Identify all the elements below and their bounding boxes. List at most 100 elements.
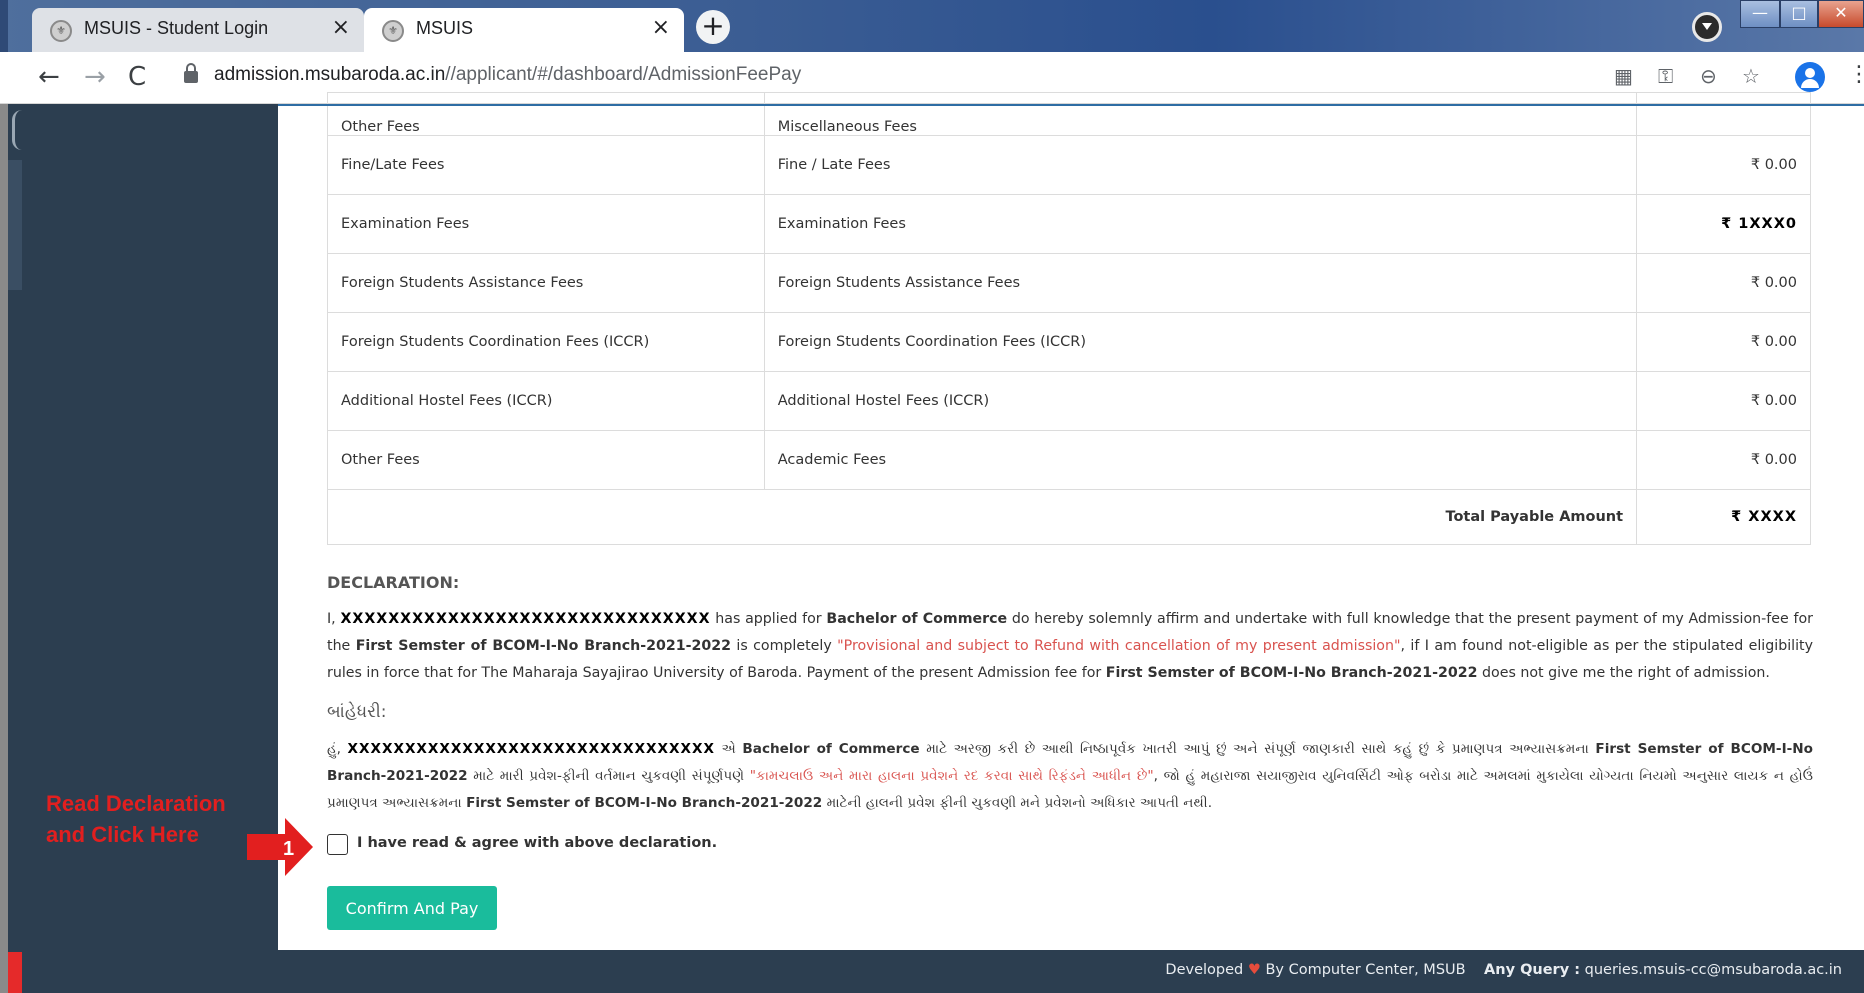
declaration-gujarati: હું, XXXXXXXXXXXXXXXXXXXXXXXXXXXXXXXX એ … [327, 736, 1813, 817]
tab-title: MSUIS [416, 18, 474, 38]
back-arrow-icon[interactable]: ← [38, 62, 60, 92]
tab-msuis[interactable]: ⚜ MSUIS × [364, 8, 684, 52]
fee-amount-cell: ₹ 0.00 [1636, 371, 1811, 431]
new-tab-button[interactable]: + [696, 10, 730, 44]
semester-name: First Semster of BCOM-I-No Branch-2021-2… [1105, 665, 1478, 681]
window-minimize-button[interactable]: — [1740, 0, 1780, 28]
fee-head-cell: Fine/Late Fees [327, 135, 765, 195]
fee-amount-cell: ₹ 0.00 [1636, 135, 1811, 195]
annotation-callout: Read Declaration and Click Here [46, 788, 226, 850]
qr-code-icon[interactable]: ▦ [1614, 64, 1633, 88]
semester-name: First Semster of BCOM-I-No Branch-2021-2… [466, 795, 823, 811]
fee-amount-cell: ₹ 0.00 [1636, 430, 1811, 490]
agree-declaration-label[interactable]: I have read & agree with above declarati… [357, 835, 717, 851]
tab-msuis-student-login[interactable]: ⚜ MSUIS - Student Login × [32, 8, 364, 52]
total-row: Total Payable Amount ₹ XXXX [326, 489, 1811, 545]
main-content: Other Fees Miscellaneous Fees Fine/Late … [278, 92, 1864, 950]
fee-description-cell: Examination Fees [763, 194, 1638, 254]
arrow-shaft [247, 834, 287, 860]
forward-arrow-icon[interactable]: → [84, 62, 106, 92]
text-segment: does not give me the right of admission. [1477, 665, 1770, 681]
text-segment: માટે અરજી કરી છે આથી નિષ્ઠાપૂર્વક ખાતરી … [919, 741, 1596, 757]
fee-amount-cell: ₹ 0.00 [1636, 253, 1811, 313]
table-row: Additional Hostel Fees (ICCR) Additional… [327, 371, 1811, 431]
fee-description-cell: Academic Fees [763, 430, 1638, 490]
annotation-line: Read Declaration [46, 791, 226, 816]
masked-applicant-name: XXXXXXXXXXXXXXXXXXXXXXXXXXXXXXX [340, 611, 711, 627]
fee-head-cell: Foreign Students Assistance Fees [327, 253, 765, 313]
url-host: admission.msubaroda.ac.in [214, 64, 446, 85]
annotation-line: and Click Here [46, 822, 199, 847]
text-segment: is completely [731, 638, 838, 654]
fee-amount-cell [1636, 92, 1811, 136]
total-payable-value: ₹ XXXX [1636, 489, 1811, 545]
table-row: Other Fees Miscellaneous Fees [327, 92, 1811, 136]
page-footer: Developed ♥ By Computer Center, MSUB Any… [278, 950, 1864, 993]
text-segment: એ [714, 741, 743, 757]
university-favicon-icon: ⚜ [50, 20, 72, 42]
tab-close-icon[interactable]: × [652, 15, 670, 40]
course-name: Bachelor of Commerce [826, 611, 1008, 627]
chrome-profile-download-icon[interactable] [1692, 12, 1722, 42]
agree-declaration-checkbox[interactable] [327, 834, 348, 855]
address-bar[interactable]: admission.msubaroda.ac.in//applicant/#/d… [214, 64, 801, 86]
window-edge [0, 0, 8, 52]
table-row: Foreign Students Coordination Fees (ICCR… [327, 312, 1811, 372]
annotation-step-number: 1 [283, 838, 295, 860]
sidebar-scroll-strip [8, 160, 22, 290]
footer-developer: By Computer Center, MSUB [1260, 962, 1466, 978]
fees-table: Other Fees Miscellaneous Fees Fine/Late … [326, 92, 1811, 545]
tab-title: MSUIS - Student Login [84, 18, 269, 38]
window-close-button[interactable]: ✕ [1818, 0, 1864, 28]
university-favicon-icon: ⚜ [382, 20, 404, 42]
declaration-english: I, XXXXXXXXXXXXXXXXXXXXXXXXXXXXXXX has a… [327, 606, 1813, 687]
zoom-out-icon[interactable]: ⊖ [1700, 64, 1717, 88]
browser-tab-bar: ⚜ MSUIS - Student Login × ⚜ MSUIS × + — … [0, 0, 1864, 52]
fee-head-cell: Foreign Students Coordination Fees (ICCR… [327, 312, 765, 372]
fee-head-cell: Examination Fees [327, 194, 765, 254]
account-icon[interactable] [1795, 62, 1825, 92]
reload-icon[interactable]: C [128, 62, 146, 92]
text-segment: માટેની હાલની પ્રવેશ ફીની ચુકવણી મને પ્રવ… [822, 795, 1213, 811]
text-segment: I, [327, 611, 341, 627]
key-icon[interactable]: ⚿ [1658, 64, 1673, 88]
table-row: Fine/Late Fees Fine / Late Fees ₹ 0.00 [327, 135, 1811, 195]
table-row: Other Fees Academic Fees ₹ 0.00 [327, 430, 1811, 490]
lock-icon[interactable] [184, 63, 198, 83]
fee-amount-cell: ₹ 1XXX0 [1636, 194, 1811, 254]
text-segment: માટે મારી પ્રવેશ-ફીની વર્તમાન ચુકવણી સંપ… [467, 768, 750, 784]
fee-description-cell: Miscellaneous Fees [763, 92, 1638, 136]
text-segment: હું, [327, 741, 348, 757]
declaration-title: DECLARATION: [327, 573, 460, 592]
fee-amount-cell: ₹ 0.00 [1636, 312, 1811, 372]
window-maximize-button[interactable]: □ [1780, 0, 1818, 28]
fee-head-cell: Other Fees [327, 92, 765, 136]
table-row: Foreign Students Assistance Fees Foreign… [327, 253, 1811, 313]
footer-query-email[interactable]: queries.msuis-cc@msubaroda.ac.in [1580, 962, 1842, 978]
confirm-and-pay-button[interactable]: Confirm And Pay [327, 886, 497, 930]
url-path: //applicant/#/dashboard/AdmissionFeePay [445, 64, 802, 85]
sidebar-red-marker [8, 952, 22, 993]
declaration-gujarati-title: બાંહેધરી: [327, 702, 387, 722]
window-left-border [0, 104, 8, 993]
fee-head-cell: Other Fees [327, 430, 765, 490]
fee-description-cell: Additional Hostel Fees (ICCR) [763, 371, 1638, 431]
total-payable-label: Total Payable Amount [326, 489, 1638, 545]
semester-name: First Semster of BCOM-I-No Branch-2021-2… [355, 638, 731, 654]
fee-description-cell: Foreign Students Assistance Fees [763, 253, 1638, 313]
provisional-notice: "કામચલાઉ અને મારા હાલના પ્રવેશને રદ કરવા… [749, 768, 1154, 784]
table-row: Examination Fees Examination Fees ₹ 1XXX… [327, 194, 1811, 254]
text-segment: has applied for [710, 611, 827, 627]
bookmark-star-icon[interactable]: ☆ [1742, 64, 1760, 88]
header-accent-line [278, 104, 1864, 106]
footer-developed-prefix: Developed [1165, 962, 1248, 978]
university-logo-icon [12, 110, 30, 150]
heart-icon: ♥ [1247, 962, 1261, 978]
course-name: Bachelor of Commerce [742, 741, 920, 757]
fee-description-cell: Foreign Students Coordination Fees (ICCR… [763, 312, 1638, 372]
kebab-menu-icon[interactable]: ⋮ [1848, 62, 1864, 87]
provisional-notice: "Provisional and subject to Refund with … [837, 638, 1401, 654]
tab-close-icon[interactable]: × [332, 15, 350, 40]
footer-query-label: Any Query : [1484, 962, 1581, 978]
masked-applicant-name: XXXXXXXXXXXXXXXXXXXXXXXXXXXXXXXX [347, 741, 715, 757]
